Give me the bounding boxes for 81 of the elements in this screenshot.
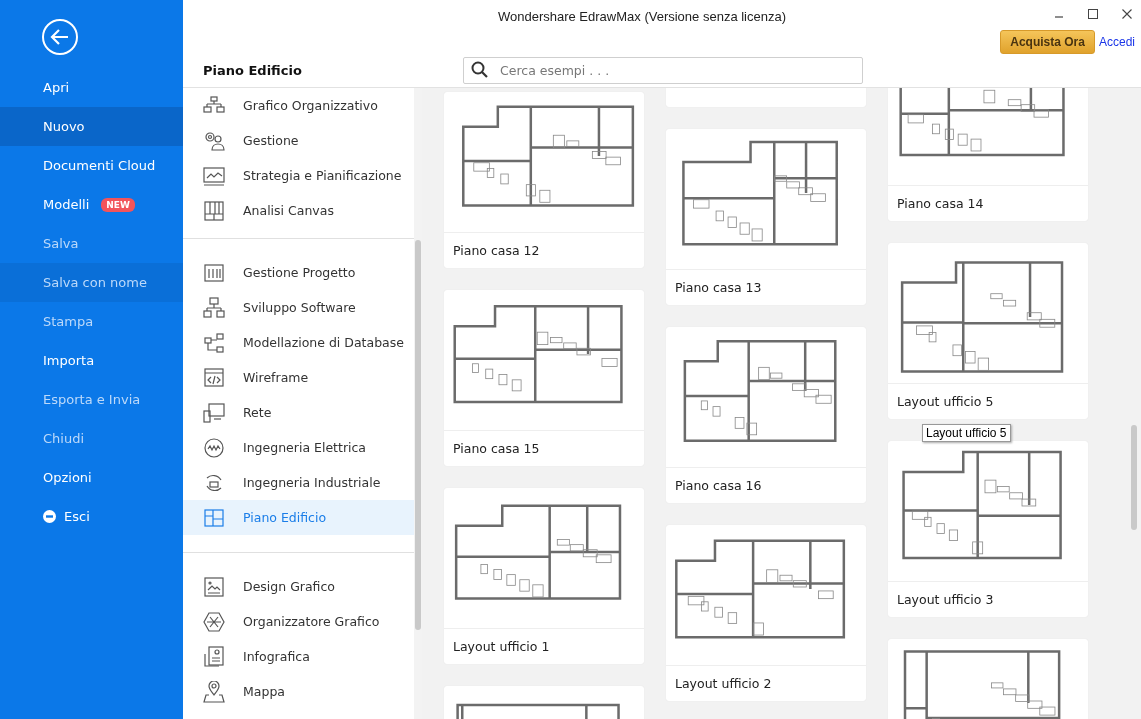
flow-icon bbox=[203, 331, 225, 354]
category-item[interactable]: Design Grafico bbox=[183, 569, 414, 604]
menu-label: Nuovo bbox=[43, 119, 85, 134]
menu-item[interactable]: Apri bbox=[0, 68, 183, 107]
menu-label: Salva bbox=[43, 236, 79, 251]
map-pin-icon bbox=[203, 680, 225, 703]
menu-item[interactable]: Importa bbox=[0, 341, 183, 380]
maximize-icon[interactable] bbox=[1087, 8, 1099, 20]
category-item[interactable]: Infografica bbox=[183, 639, 414, 674]
monitor-icon bbox=[203, 401, 225, 424]
template-card[interactable]: Piano casa 14 bbox=[888, 88, 1088, 221]
category-item[interactable]: Wireframe bbox=[183, 360, 414, 395]
gear-person-icon bbox=[203, 129, 225, 152]
menu-label: Modelli bbox=[43, 197, 90, 212]
menu-label: Esci bbox=[64, 509, 90, 524]
category-item[interactable]: Rete bbox=[183, 395, 414, 430]
category-item[interactable]: Piano Edificio bbox=[183, 500, 414, 535]
floor-plan-icon bbox=[203, 506, 225, 529]
section-title: Piano Edificio bbox=[203, 63, 303, 78]
template-card[interactable]: Piano casa 13 bbox=[666, 129, 866, 305]
login-link[interactable]: Accedi bbox=[1098, 35, 1135, 49]
category-item[interactable]: Ingegneria Elettrica bbox=[183, 430, 414, 465]
search-icon bbox=[471, 61, 489, 79]
card-title: Piano casa 14 bbox=[897, 196, 984, 211]
template-card[interactable]: Layout ufficio 2 bbox=[666, 525, 866, 701]
document-icon bbox=[203, 645, 225, 668]
image-icon bbox=[203, 575, 225, 598]
grid-icon bbox=[203, 199, 225, 222]
category-item[interactable]: Organizzatore Grafico bbox=[183, 604, 414, 639]
category-item[interactable]: Strategia e Pianificazione bbox=[183, 158, 414, 193]
close-icon[interactable] bbox=[1121, 8, 1133, 20]
bars-icon bbox=[203, 261, 225, 284]
menu-label: Importa bbox=[43, 353, 95, 368]
menu-label: Salva con nome bbox=[43, 275, 147, 290]
new-badge: NEW bbox=[101, 197, 135, 212]
card-title: Layout ufficio 1 bbox=[453, 639, 550, 654]
card-title: Piano casa 13 bbox=[675, 280, 762, 295]
back-button[interactable] bbox=[41, 18, 79, 56]
minus-circle-icon bbox=[43, 510, 56, 523]
card-title: Layout ufficio 5 bbox=[897, 394, 994, 409]
menu-label: Documenti Cloud bbox=[43, 158, 156, 173]
card-title: Piano casa 16 bbox=[675, 478, 762, 493]
category-item[interactable]: Gestione Progetto bbox=[183, 255, 414, 290]
card-title: Piano casa 15 bbox=[453, 441, 540, 456]
menu-item[interactable]: Nuovo bbox=[0, 107, 183, 146]
category-item[interactable]: Sviluppo Software bbox=[183, 290, 414, 325]
menu-item[interactable]: Modelli NEW bbox=[0, 185, 183, 224]
category-item[interactable]: Modellazione di Database bbox=[183, 325, 414, 360]
template-card[interactable]: Layout ufficio 5 bbox=[888, 243, 1088, 419]
template-card[interactable]: Layout ufficio 1 bbox=[444, 488, 644, 664]
category-item[interactable]: Gestione bbox=[183, 123, 414, 158]
category-item[interactable]: Ingegneria Industriale bbox=[183, 465, 414, 500]
card-title: Layout ufficio 2 bbox=[675, 676, 772, 691]
menu-label: Esporta e Invia bbox=[43, 392, 141, 407]
window-title: Wondershare EdrawMax (Versione senza licenza) bbox=[497, 9, 787, 24]
scrollbar-thumb[interactable] bbox=[415, 240, 421, 630]
menu-label: Chiudi bbox=[43, 431, 85, 446]
tooltip: Layout ufficio 5 bbox=[922, 424, 1011, 442]
menu-label: Apri bbox=[43, 80, 70, 95]
template-card[interactable]: Piano casa 12 bbox=[444, 92, 644, 268]
wave-icon bbox=[203, 436, 225, 459]
chart-icon bbox=[203, 164, 225, 187]
menu-label: Opzioni bbox=[43, 470, 92, 485]
category-item[interactable]: Grafico Organizzativo bbox=[183, 88, 414, 123]
card-title: Piano casa 12 bbox=[453, 243, 540, 258]
search-field[interactable]: Cerca esempi . . . bbox=[463, 57, 863, 84]
hierarchy-icon bbox=[203, 296, 225, 319]
menu-item[interactable]: Esci bbox=[0, 497, 183, 536]
template-card[interactable]: Layout ufficio 3 bbox=[888, 441, 1088, 617]
card-title: Layout ufficio 3 bbox=[897, 592, 994, 607]
menu-item[interactable]: Documenti Cloud bbox=[0, 146, 183, 185]
scrollbar-thumb[interactable] bbox=[1131, 425, 1137, 530]
category-item[interactable]: Analisi Canvas bbox=[183, 193, 414, 228]
menu-label: Stampa bbox=[43, 314, 94, 329]
menu-item[interactable]: Opzioni bbox=[0, 458, 183, 497]
code-window-icon bbox=[203, 366, 225, 389]
category-item[interactable]: Mappa bbox=[183, 674, 414, 709]
template-card[interactable]: Piano casa 16 bbox=[666, 327, 866, 503]
buy-button[interactable]: Acquista Ora bbox=[1000, 30, 1095, 54]
template-card[interactable]: Piano casa 15 bbox=[444, 290, 644, 466]
hexagon-icon bbox=[203, 610, 225, 633]
